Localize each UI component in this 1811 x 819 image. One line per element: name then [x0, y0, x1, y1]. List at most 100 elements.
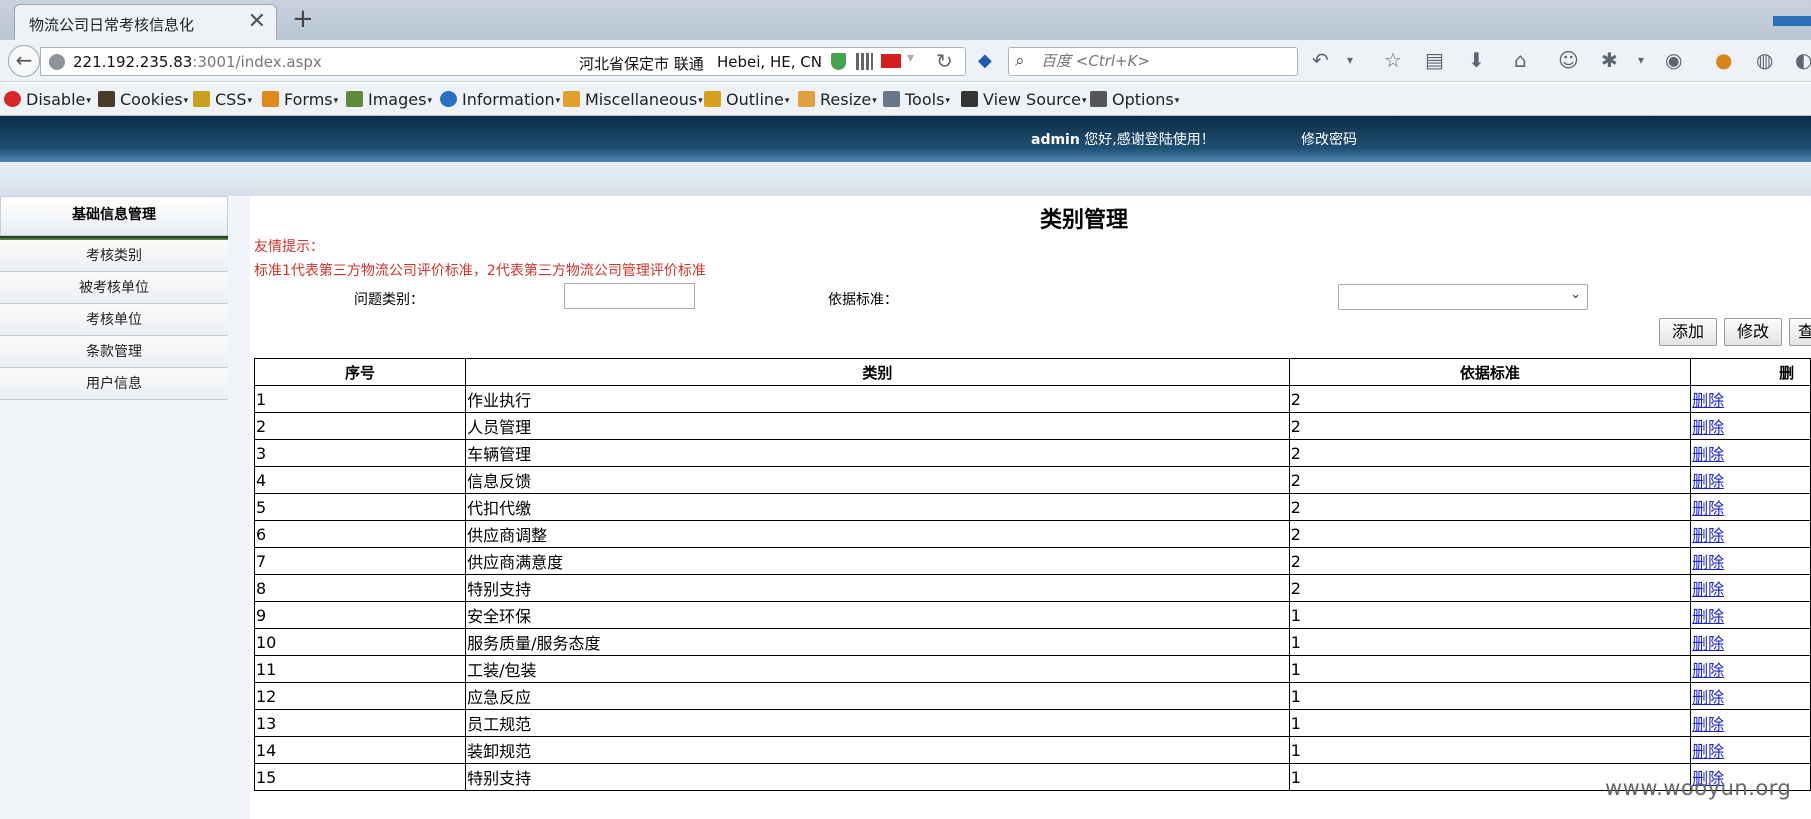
cell-action: 删除 [1690, 412, 1811, 440]
page-title: 类别管理 [1040, 208, 1129, 233]
subheader-band [0, 162, 1811, 196]
cell-category: 作业执行 [465, 385, 1290, 413]
extension-icon[interactable]: ◐ [1795, 48, 1811, 72]
web-developer-toolbar: Disable▾ Cookies▾ CSS▾ Forms▾ Images▾ In… [0, 83, 1811, 116]
sidebar-item-user-info[interactable]: 用户信息 [0, 368, 228, 400]
toolbar-item-information[interactable]: Information▾ [440, 90, 560, 109]
toolbar-item-images[interactable]: Images▾ [346, 90, 432, 109]
cell-standard: 2 [1288, 493, 1692, 521]
toolbar-item-cookies[interactable]: Cookies▾ [98, 90, 188, 109]
site-info-icon[interactable] [49, 54, 65, 70]
delete-link[interactable]: 删除 [1692, 688, 1724, 707]
cell-category: 特别支持 [465, 763, 1290, 791]
close-tab-icon[interactable]: ✕ [248, 9, 266, 34]
forms-icon [262, 91, 279, 107]
shield-icon[interactable] [831, 53, 846, 70]
column-header-category: 类别 [465, 358, 1290, 386]
bug-icon[interactable]: ✱ [1601, 48, 1618, 72]
reload-icon[interactable]: ↻ [936, 49, 953, 73]
cell-index: 8 [253, 574, 467, 602]
delete-link[interactable]: 删除 [1692, 742, 1724, 761]
toolbar-item-tools[interactable]: Tools▾ [883, 90, 950, 109]
delete-link[interactable]: 删除 [1692, 661, 1724, 680]
menu-dropdown-icon[interactable]: ▾ [1638, 53, 1644, 67]
page-header: admin 您好,感谢登陆使用！ 修改密码 [0, 116, 1811, 162]
cell-standard: 1 [1288, 682, 1692, 710]
sidebar-title[interactable]: 基础信息管理 [0, 196, 228, 236]
reader-icon[interactable]: ▤ [1425, 48, 1444, 72]
url-bar[interactable]: 221.192.235.83:3001/index.aspx 河北省保定市 联通… [40, 47, 966, 76]
cell-category: 特别支持 [465, 574, 1290, 602]
undo-dropdown-icon[interactable]: ▾ [1347, 53, 1353, 67]
sidebar-item-clauses[interactable]: 条款管理 [0, 336, 228, 368]
table-row: 15 特别支持 1 删除 [253, 763, 1811, 791]
table-row: 14 装卸规范 1 删除 [253, 736, 1811, 764]
delete-link[interactable]: 删除 [1692, 607, 1724, 626]
dropdown-arrow-icon[interactable]: ▾ [907, 50, 914, 66]
url-path: :3001/index.aspx [192, 53, 322, 71]
main-content: 类别管理 友情提示： 标准1代表第三方物流公司评价标准，2代表第三方物流公司管理… [250, 196, 1811, 819]
delete-link[interactable]: 删除 [1692, 472, 1724, 491]
toolbar-item-miscellaneous[interactable]: Miscellaneous▾ [563, 90, 703, 109]
edit-button[interactable]: 修改 [1724, 318, 1782, 346]
cell-index: 6 [253, 520, 467, 548]
query-button[interactable]: 查 [1789, 318, 1811, 346]
download-icon[interactable]: ⬇ [1468, 48, 1485, 72]
back-arrow-icon[interactable]: ← [8, 45, 40, 77]
cell-index: 3 [253, 439, 467, 467]
fox-icon[interactable]: ● [1715, 48, 1732, 72]
sidebar-item-assessing-unit[interactable]: 考核单位 [0, 304, 228, 336]
toolbar-item-outline[interactable]: Outline▾ [704, 90, 789, 109]
table-row: 6 供应商调整 2 删除 [253, 520, 1811, 548]
home-icon[interactable]: ⌂ [1514, 48, 1527, 72]
delete-link[interactable]: 删除 [1692, 445, 1724, 464]
standard-select[interactable]: ⌄ [1338, 284, 1588, 310]
toolbar-item-css[interactable]: CSS▾ [193, 90, 252, 109]
smiley-icon[interactable]: ☺ [1558, 48, 1579, 72]
toolbar-item-disable[interactable]: Disable▾ [4, 90, 91, 109]
search-input[interactable] [1041, 52, 1291, 70]
undo-icon[interactable]: ↶ [1312, 48, 1329, 72]
toolbar-item-view-source[interactable]: View Source▾ [961, 90, 1087, 109]
tip-label: 友情提示： [254, 239, 324, 255]
delete-link[interactable]: 删除 [1692, 526, 1724, 545]
new-tab-icon[interactable]: + [292, 4, 314, 34]
sidebar-item-assessed-unit[interactable]: 被考核单位 [0, 272, 228, 304]
search-box[interactable]: ⌕ [1008, 47, 1298, 76]
delete-link[interactable]: 删除 [1692, 580, 1724, 599]
sidebar-item-category[interactable]: 考核类别 [0, 240, 228, 272]
delete-link[interactable]: 删除 [1692, 499, 1724, 518]
chevron-down-icon: ⌄ [1570, 287, 1581, 302]
cell-action: 删除 [1690, 628, 1811, 656]
china-flag-icon[interactable] [881, 54, 901, 68]
toolbar-item-options[interactable]: Options▾ [1090, 90, 1179, 109]
cell-category: 员工规范 [465, 709, 1290, 737]
table-row: 1 作业执行 2 删除 [253, 385, 1811, 413]
cell-category: 装卸规范 [465, 736, 1290, 764]
bookmark-pin-icon[interactable]: ◆ [978, 50, 992, 71]
view-source-icon [961, 91, 978, 107]
toolbar-item-forms[interactable]: Forms▾ [262, 90, 338, 109]
delete-link[interactable]: 删除 [1692, 418, 1724, 437]
browser-tab[interactable]: 物流公司日常考核信息化 ✕ [14, 4, 277, 40]
toolbar-item-resize[interactable]: Resize▾ [798, 90, 877, 109]
change-password-link[interactable]: 修改密码 [1301, 129, 1357, 149]
category-input[interactable] [564, 283, 695, 309]
qr-code-icon[interactable] [856, 53, 873, 70]
add-button[interactable]: 添加 [1659, 318, 1717, 346]
watermark: www.wooyun.org [1605, 776, 1792, 800]
delete-link[interactable]: 删除 [1692, 391, 1724, 410]
cell-category: 服务质量/服务态度 [465, 628, 1290, 656]
table-row: 12 应急反应 1 删除 [253, 682, 1811, 710]
palette-icon[interactable]: ◍ [1756, 48, 1773, 72]
sidebar: 基础信息管理 考核类别 被考核单位 考核单位 条款管理 用户信息 [0, 196, 228, 400]
delete-link[interactable]: 删除 [1692, 634, 1724, 653]
options-icon [1090, 91, 1107, 107]
table-row: 11 工装/包装 1 删除 [253, 655, 1811, 683]
delete-link[interactable]: 删除 [1692, 715, 1724, 734]
delete-link[interactable]: 删除 [1692, 553, 1724, 572]
information-icon [440, 91, 457, 107]
globe-icon[interactable]: ◉ [1665, 48, 1682, 72]
star-icon[interactable]: ☆ [1384, 48, 1402, 72]
table-row: 8 特别支持 2 删除 [253, 574, 1811, 602]
